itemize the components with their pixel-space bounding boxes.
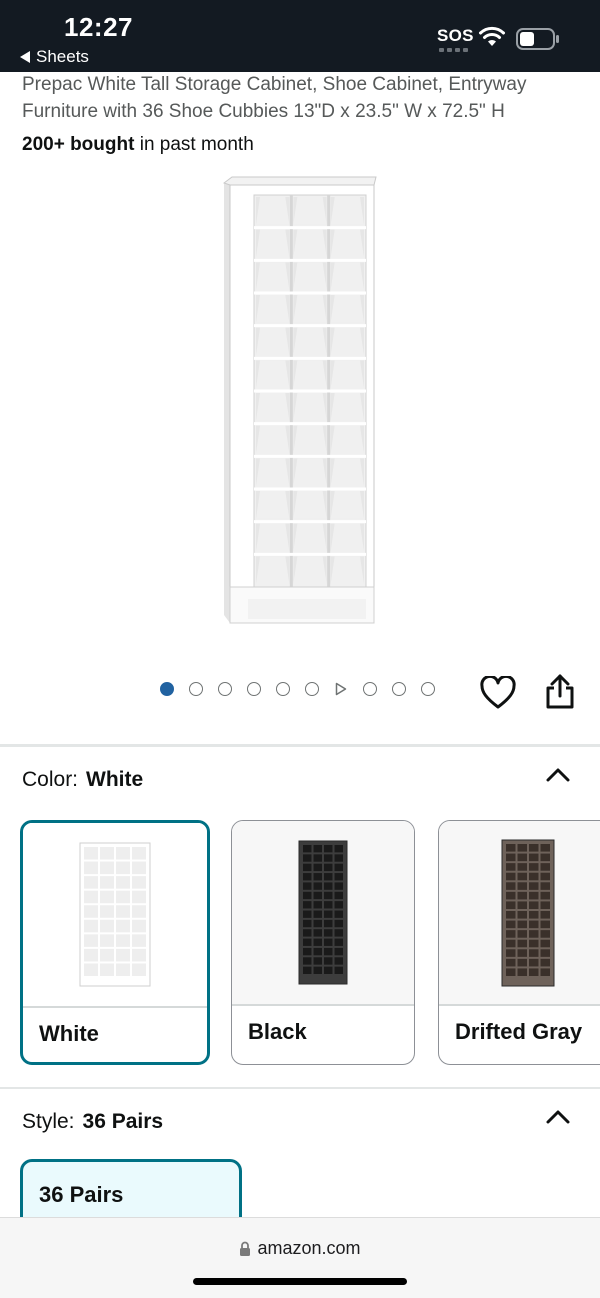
clock: 12:27 (64, 12, 133, 42)
lock-icon (240, 1241, 251, 1256)
share-icon[interactable] (543, 674, 577, 710)
back-label: Sheets (36, 47, 89, 66)
carousel-dot[interactable] (363, 682, 377, 696)
color-option-black[interactable]: Black (231, 820, 415, 1065)
carousel-dot[interactable] (392, 682, 406, 696)
back-to-sheets-link[interactable]: Sheets (20, 47, 89, 67)
carousel-dot[interactable] (160, 682, 174, 696)
battery-icon (516, 28, 559, 50)
carousel-dot[interactable] (218, 682, 232, 696)
carousel-dot[interactable] (421, 682, 435, 696)
color-option-drifted-gray[interactable]: Drifted Gray (438, 820, 600, 1065)
product-title[interactable]: Prepac White Tall Storage Cabinet, Shoe … (22, 71, 582, 125)
chevron-up-icon[interactable] (545, 1108, 571, 1126)
signal-dots-icon (439, 48, 468, 52)
image-carousel-indicator[interactable] (160, 682, 435, 696)
color-option-white[interactable]: White (20, 820, 210, 1065)
bought-in-past-month: 200+ bought in past month (22, 134, 254, 156)
chevron-up-icon[interactable] (545, 766, 571, 784)
heart-icon[interactable] (480, 676, 516, 710)
bought-suffix: in past month (134, 134, 254, 155)
style-label: Style: (22, 1110, 75, 1133)
swatch-image-white (23, 823, 207, 1006)
product-image[interactable] (210, 175, 390, 630)
wifi-icon (479, 26, 505, 46)
url-display[interactable]: amazon.com (0, 1238, 600, 1259)
carousel-dot[interactable] (189, 682, 203, 696)
section-divider (0, 744, 600, 747)
style-section-label[interactable]: Style: 36 Pairs (22, 1110, 163, 1134)
selected-style: 36 Pairs (82, 1110, 164, 1133)
back-arrow-icon (20, 51, 30, 63)
color-option-label: Black (248, 1019, 307, 1044)
color-option-label: Drifted Gray (455, 1019, 583, 1044)
carousel-dot[interactable] (247, 682, 261, 696)
selected-color: White (86, 768, 144, 791)
bought-count: 200+ bought (22, 134, 135, 155)
color-option-label: White (39, 1021, 99, 1046)
browser-url-bar[interactable]: amazon.com (0, 1217, 600, 1298)
color-section-label[interactable]: Color: White (22, 768, 143, 792)
swatch-image-black (232, 821, 414, 1004)
swatch-image-drifted-gray (439, 821, 600, 1004)
color-label: Color: (22, 768, 79, 791)
style-option-label: 36 Pairs (39, 1182, 124, 1207)
status-bar: 12:27 Sheets SOS (0, 0, 600, 72)
url-text: amazon.com (257, 1238, 361, 1258)
carousel-dot[interactable] (276, 682, 290, 696)
section-divider (0, 1087, 600, 1089)
sos-indicator: SOS (437, 26, 474, 45)
home-indicator[interactable] (193, 1278, 407, 1285)
carousel-dot[interactable] (305, 682, 319, 696)
video-play-icon[interactable] (334, 682, 348, 696)
